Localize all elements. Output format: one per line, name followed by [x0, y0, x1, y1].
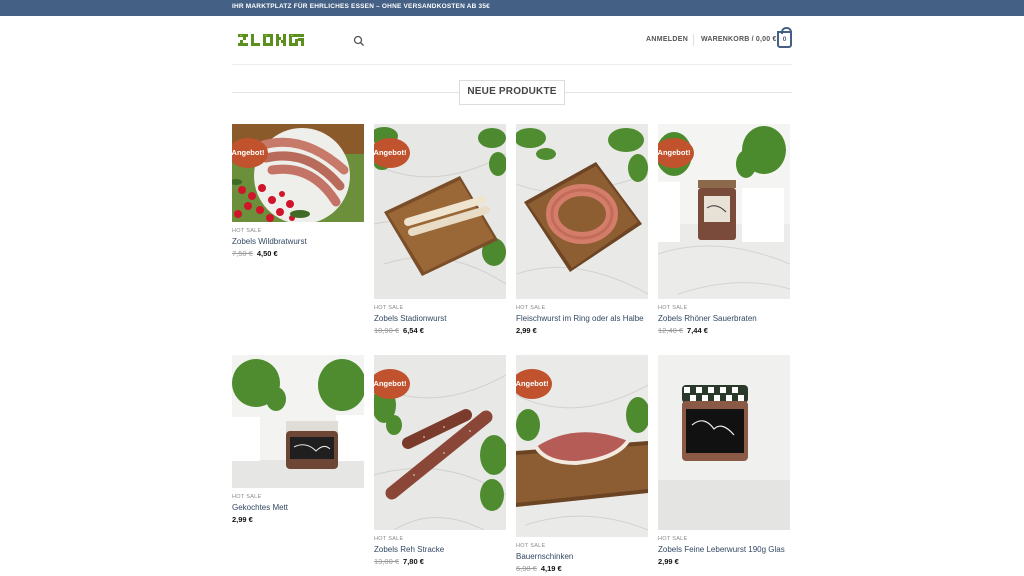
site-header: ANMELDEN WARENKORB / 0,00 € 0 — [0, 16, 1024, 64]
cart-bag-icon[interactable]: 0 — [777, 27, 792, 48]
search-icon[interactable] — [353, 34, 365, 46]
old-price: 6,98 € — [516, 564, 537, 573]
product-image[interactable] — [516, 124, 648, 299]
product-category: HOT SALE — [658, 536, 688, 542]
product-price: 12,40 €7,44 € — [658, 326, 790, 335]
product-card[interactable]: HOT SALE Zobels Feine Leberwurst 190g Gl… — [658, 355, 790, 566]
product-price: 10,90 €6,54 € — [374, 326, 506, 335]
site-logo[interactable] — [238, 33, 304, 47]
product-image[interactable]: Angebot! — [516, 355, 648, 537]
old-price: 12,40 € — [658, 326, 684, 335]
sale-price: 2,99 € — [232, 515, 253, 524]
product-name[interactable]: Zobels Feine Leberwurst 190g Glas — [658, 545, 790, 554]
product-category: HOT SALE — [232, 228, 262, 234]
product-price: 13,00 €7,80 € — [374, 557, 506, 566]
product-image[interactable]: Angebot! — [658, 124, 790, 299]
product-price: 2,99 € — [658, 557, 790, 566]
top-announcement-bar: IHR MARKTPLATZ FÜR EHRLICHES ESSEN – OHN… — [0, 0, 1024, 16]
product-name[interactable]: Gekochtes Mett — [232, 503, 364, 512]
product-name[interactable]: Zobels Stadionwurst — [374, 314, 506, 323]
product-card[interactable]: Angebot! HOT SALE Zobels Reh Stracke 13,… — [374, 355, 506, 566]
product-category: HOT SALE — [232, 494, 262, 500]
section-line-right — [565, 92, 792, 93]
product-price: 2,99 € — [516, 326, 648, 335]
old-price: 7,50 € — [232, 249, 253, 258]
cart-count: 0 — [782, 36, 787, 43]
sale-price: 4,19 € — [540, 564, 562, 573]
product-card[interactable]: HOT SALE Gekochtes Mett 2,99 € — [232, 355, 364, 524]
product-price: 2,99 € — [232, 515, 364, 524]
product-price: 7,50 €4,50 € — [232, 249, 364, 258]
old-price: 10,90 € — [374, 326, 400, 335]
cart-link[interactable]: WARENKORB / 0,00 € — [701, 36, 777, 43]
login-link[interactable]: ANMELDEN — [646, 36, 688, 43]
product-name[interactable]: Zobels Reh Stracke — [374, 545, 506, 554]
product-price: 6,98 €4,19 € — [516, 564, 648, 573]
product-category: HOT SALE — [374, 305, 404, 311]
header-divider — [693, 34, 694, 46]
product-card[interactable]: Angebot! HOT SALE Bauernschinken 6,98 €4… — [516, 355, 648, 573]
product-card[interactable]: HOT SALE Fleischwurst im Ring oder als H… — [516, 124, 648, 335]
product-card[interactable]: Angebot! HOT SALE Zobels Rhöner Sauerbra… — [658, 124, 790, 335]
product-card[interactable]: Angebot! HOT SALE Zobels Stadionwurst 10… — [374, 124, 506, 335]
section-title: NEUE PRODUKTE — [459, 80, 565, 105]
sale-price: 7,44 € — [687, 326, 708, 335]
sale-price: 7,80 € — [403, 557, 424, 566]
old-price: 13,00 € — [374, 557, 400, 566]
product-category: HOT SALE — [516, 305, 546, 311]
product-name[interactable]: Zobels Rhöner Sauerbraten — [658, 314, 790, 323]
section-line-left — [232, 92, 459, 93]
announcement-text: IHR MARKTPLATZ FÜR EHRLICHES ESSEN – OHN… — [232, 3, 490, 10]
sale-price: 2,99 € — [658, 557, 679, 566]
header-separator — [232, 64, 792, 65]
product-name[interactable]: Fleischwurst im Ring oder als Halbe — [516, 314, 648, 323]
product-image[interactable]: Angebot! — [374, 355, 506, 530]
product-image[interactable] — [232, 355, 364, 488]
product-image[interactable] — [658, 355, 790, 530]
product-image[interactable]: Angebot! — [232, 124, 364, 222]
product-name[interactable]: Bauernschinken — [516, 552, 648, 561]
product-category: HOT SALE — [658, 305, 688, 311]
product-image[interactable]: Angebot! — [374, 124, 506, 299]
sale-price: 2,99 € — [516, 326, 537, 335]
product-card[interactable]: Angebot! HOT SALE Zobels Wildbratwurst 7… — [232, 124, 364, 258]
sale-price: 6,54 € — [403, 326, 424, 335]
sale-price: 4,50 € — [256, 249, 278, 258]
product-category: HOT SALE — [516, 543, 546, 549]
product-name[interactable]: Zobels Wildbratwurst — [232, 237, 364, 246]
product-category: HOT SALE — [374, 536, 404, 542]
